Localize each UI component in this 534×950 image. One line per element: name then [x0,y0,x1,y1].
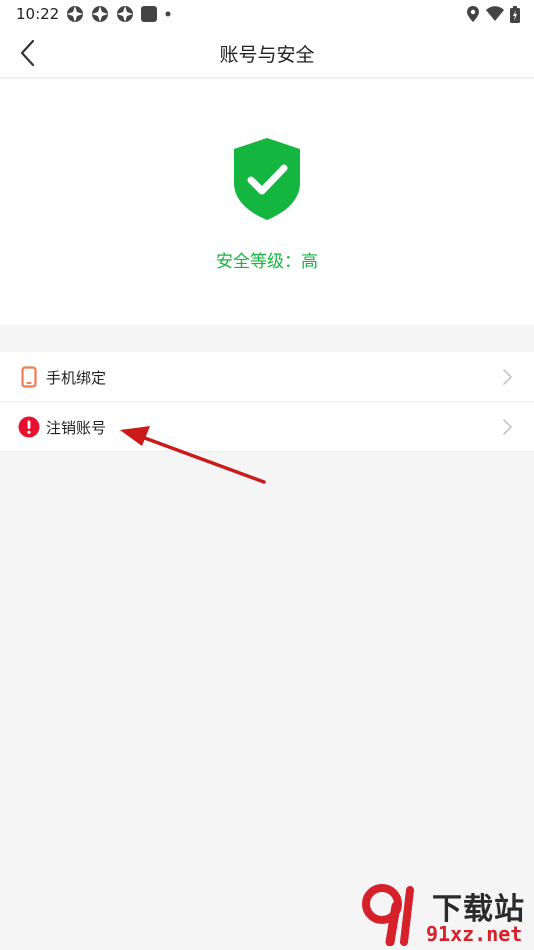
watermark-91-logo-icon [362,884,414,946]
security-level-text: 安全等级：高 [216,252,318,272]
notification-app-icon [67,6,83,22]
notification-square-icon [141,6,157,22]
shield-check-icon [234,138,300,220]
settings-list: 手机绑定 注销账号 [0,352,534,452]
notification-app-icon [92,6,108,22]
battery-icon [510,5,520,23]
dot-icon [165,11,171,17]
notification-app-icon [117,6,133,22]
status-system-icons [466,5,520,23]
location-icon [467,6,479,22]
wifi-icon [486,6,504,21]
list-item-label: 注销账号 [46,419,107,437]
status-time: 10:22 [16,5,60,23]
page-title: 账号与安全 [219,44,315,66]
watermark-logo: 下载站 91xz.net [360,882,530,948]
list-item-cancel-account[interactable]: 注销账号 [0,402,534,452]
status-notification-icons [66,5,172,23]
security-summary: 安全等级：高 [0,79,534,325]
phone-icon [18,366,40,388]
chevron-right-icon [503,419,512,435]
app-header: 账号与安全 [0,28,534,78]
list-item-label: 手机绑定 [46,369,107,387]
alert-circle-icon [18,416,40,438]
status-bar: 10:22 [0,0,534,28]
chevron-right-icon [503,369,512,385]
watermark-url: 91xz.net [426,922,523,946]
list-item-phone-binding[interactable]: 手机绑定 [0,352,534,402]
